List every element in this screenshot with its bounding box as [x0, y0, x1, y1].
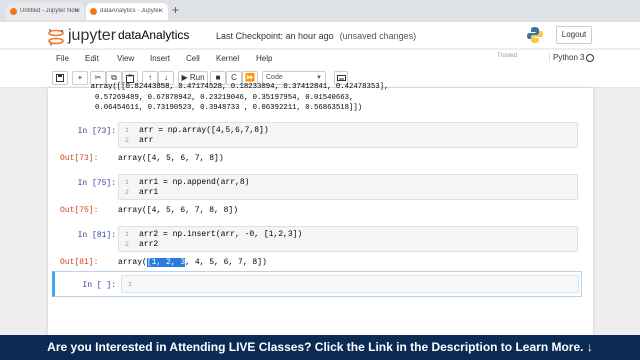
- code-line: arr1: [139, 188, 159, 197]
- code-line: arr: [139, 136, 154, 145]
- checkpoint-text: Last Checkpoint: an hour ago: [216, 31, 334, 41]
- checkpoint-status: Last Checkpoint: an hour ago (unsaved cha…: [216, 31, 416, 41]
- line-number: 1: [125, 179, 129, 186]
- cell-type-value: Code: [266, 74, 283, 81]
- jupyter-logo-icon[interactable]: [46, 27, 66, 47]
- menu-bar: File Edit View Insert Cell Kernel Help: [0, 50, 640, 68]
- promo-banner[interactable]: Are you Interested in Attending LIVE Cla…: [0, 335, 640, 360]
- jupyter-favicon-icon: [90, 8, 97, 15]
- code-cell-81[interactable]: 1 arr2 = np.insert(arr, -0, [1,2,3]) 2 a…: [118, 226, 578, 252]
- line-number: 2: [125, 137, 129, 144]
- new-tab-button[interactable]: +: [172, 3, 179, 17]
- kernel-name: Python 3: [549, 53, 585, 62]
- browser-tab-untitled[interactable]: Untitled - Jupyter Notebook ×: [6, 3, 84, 20]
- tab-title: dataAnalytics - Jupyter Notebook: [100, 8, 160, 14]
- code-cell-73[interactable]: 1 arr = np.array([4,5,6,7,8]) 2 arr: [118, 122, 578, 148]
- tab-title: Untitled - Jupyter Notebook: [20, 8, 80, 14]
- empty-code-input[interactable]: 1: [121, 275, 579, 293]
- menu-cell[interactable]: Cell: [186, 54, 200, 63]
- trusted-indicator[interactable]: Trusted: [497, 53, 517, 59]
- floppy-icon: [56, 74, 64, 82]
- menu-file[interactable]: File: [56, 54, 69, 63]
- input-prompt: In [75]:: [77, 179, 116, 188]
- menu-edit[interactable]: Edit: [85, 54, 99, 63]
- code-line: arr2: [139, 240, 159, 249]
- cell-output: array([4, 5, 6, 7, 8, 8]): [118, 206, 239, 215]
- input-prompt: In [81]:: [77, 231, 116, 240]
- code-line: arr2 = np.insert(arr, -0, [1,2,3]): [139, 230, 303, 239]
- browser-tab-dataanalytics[interactable]: dataAnalytics - Jupyter Notebook ×: [86, 3, 168, 20]
- cell-output: array([4, 5, 6, 7, 8]): [118, 154, 224, 163]
- line-number: 2: [125, 189, 129, 196]
- previous-output: array([[0.82443858, 0.47174528, 0.182330…: [90, 83, 389, 112]
- kernel-status-icon: [586, 54, 594, 62]
- line-number: 2: [125, 241, 129, 248]
- line-number: 1: [125, 127, 129, 134]
- menu-view[interactable]: View: [117, 54, 134, 63]
- browser-tab-strip: Untitled - Jupyter Notebook × dataAnalyt…: [0, 0, 640, 22]
- output-text: array(: [118, 258, 147, 267]
- python-logo-icon: [527, 27, 543, 43]
- unsaved-indicator: (unsaved changes): [339, 31, 417, 41]
- menu-kernel[interactable]: Kernel: [216, 54, 239, 63]
- code-line: arr1 = np.append(arr,8): [139, 178, 250, 187]
- line-number: 1: [128, 281, 132, 288]
- code-cell-75[interactable]: 1 arr1 = np.append(arr,8) 2 arr1: [118, 174, 578, 200]
- menu-help[interactable]: Help: [256, 54, 272, 63]
- code-line: arr = np.array([4,5,6,7,8]): [139, 126, 269, 135]
- input-prompt: In [73]:: [77, 127, 116, 136]
- menu-insert[interactable]: Insert: [150, 54, 170, 63]
- line-number: 1: [125, 231, 129, 238]
- output-prompt: Out[75]:: [60, 206, 99, 215]
- active-code-cell[interactable]: 1: [52, 271, 582, 297]
- logout-button[interactable]: Logout: [556, 26, 592, 44]
- jupyter-favicon-icon: [10, 8, 17, 15]
- output-text: , 4, 5, 6, 7, 8]): [185, 258, 267, 267]
- keyboard-icon: [336, 75, 346, 81]
- jupyter-wordmark[interactable]: jupyter: [68, 27, 116, 45]
- output-prompt: Out[81]:: [60, 258, 99, 267]
- cell-output[interactable]: array([1, 2, 3, 4, 5, 6, 7, 8]): [118, 258, 267, 267]
- input-prompt: In [ ]:: [82, 281, 116, 290]
- tab-close-icon[interactable]: ×: [74, 6, 79, 15]
- notebook-name[interactable]: dataAnalytics: [118, 28, 189, 42]
- output-prompt: Out[73]:: [60, 154, 99, 163]
- tab-close-icon[interactable]: ×: [158, 6, 163, 15]
- selected-text[interactable]: [1, 2, 3: [146, 258, 186, 267]
